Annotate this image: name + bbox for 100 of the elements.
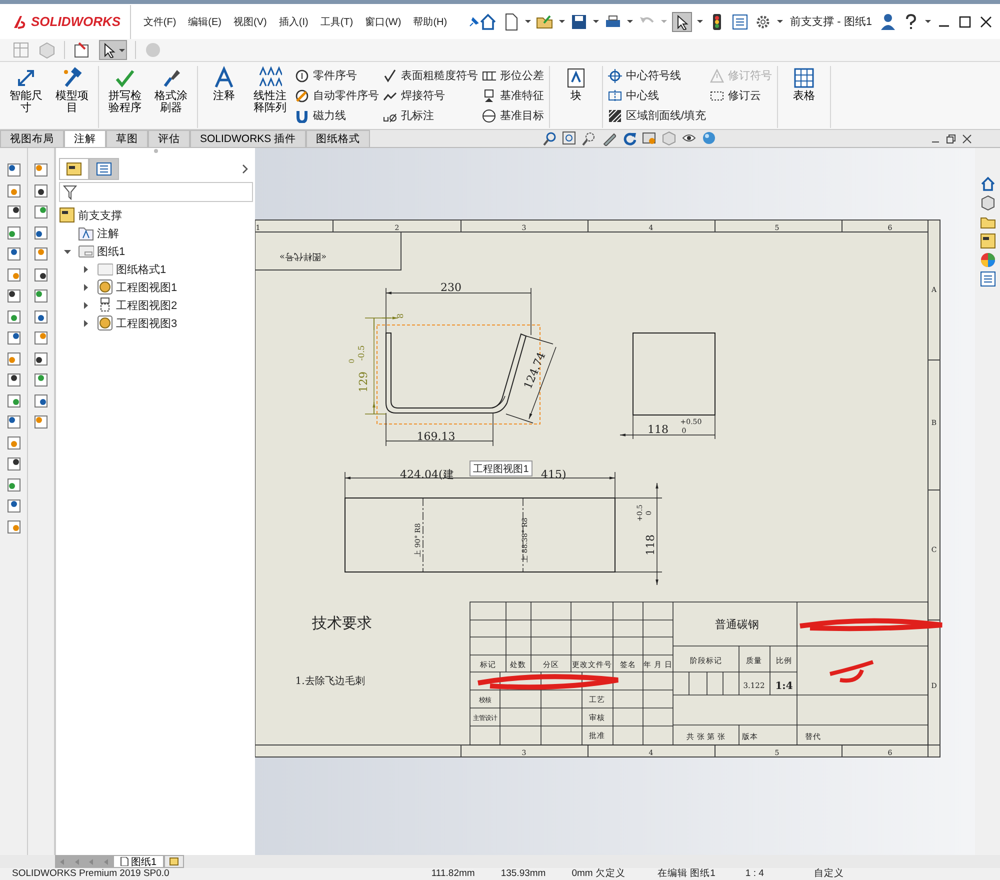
list-icon[interactable] xyxy=(980,271,996,287)
caret-icon[interactable] xyxy=(593,20,600,24)
expander-icon[interactable] xyxy=(82,282,90,292)
sphere-icon[interactable] xyxy=(702,131,716,146)
zoom-area-icon[interactable] xyxy=(582,131,596,146)
add-sheet-icon[interactable] xyxy=(168,857,179,866)
caret-icon[interactable] xyxy=(777,20,784,24)
caret-icon[interactable] xyxy=(525,20,532,24)
zoom-icon[interactable] xyxy=(542,131,556,146)
save-icon[interactable] xyxy=(570,12,588,31)
tree-item[interactable]: 图纸格式1 xyxy=(116,262,166,276)
caret-icon[interactable] xyxy=(697,20,704,24)
tool-icon[interactable] xyxy=(33,267,49,283)
tree-item[interactable]: 工程图视图1 xyxy=(116,280,178,294)
caret-icon[interactable] xyxy=(559,20,566,24)
tool-icon[interactable] xyxy=(6,246,22,262)
ribbon-button[interactable]: 表面粗糙度符号 xyxy=(383,68,478,84)
user-icon[interactable] xyxy=(879,12,897,31)
ribbon-button[interactable]: 自动零件序号 xyxy=(295,88,379,104)
tab[interactable]: 视图布局 xyxy=(0,130,64,147)
tool-icon[interactable] xyxy=(6,288,22,304)
menu-item[interactable]: 帮助(H) xyxy=(407,14,454,29)
ribbon-button[interactable]: 块 xyxy=(555,66,597,128)
menu-item[interactable]: 窗口(W) xyxy=(359,14,408,29)
panel-icon[interactable] xyxy=(980,233,996,249)
sheet-tab[interactable]: 图纸1 xyxy=(113,855,164,868)
tab[interactable]: SOLIDWORKS 插件 xyxy=(190,130,306,147)
ribbon-button[interactable]: 基准目标 xyxy=(482,108,544,124)
ribbon-button[interactable]: 中心符号线 xyxy=(608,68,706,84)
tool-icon[interactable] xyxy=(6,204,22,220)
display-style-icon[interactable] xyxy=(642,131,656,146)
caret-icon[interactable] xyxy=(925,20,931,24)
ribbon-button[interactable]: 焊接符号 xyxy=(383,88,478,104)
tree-item[interactable]: 前支支撑 xyxy=(78,208,122,222)
tree-item[interactable]: 工程图视图3 xyxy=(116,316,178,330)
ribbon-button[interactable]: 格式涂刷器 xyxy=(150,66,192,128)
ribbon-button[interactable]: 修订云 xyxy=(710,88,772,104)
tool-icon[interactable] xyxy=(6,456,22,472)
tree-item[interactable]: 图纸1 xyxy=(97,244,126,258)
maximize-icon[interactable] xyxy=(957,14,973,30)
ribbon-button[interactable]: 智能尺寸 xyxy=(5,66,47,128)
menu-item[interactable]: 视图(V) xyxy=(228,14,273,29)
caret-icon[interactable] xyxy=(119,48,125,52)
folder-icon[interactable] xyxy=(536,12,554,31)
ribbon-button[interactable]: 形位公差 xyxy=(482,68,544,84)
tab[interactable]: 评估 xyxy=(148,130,190,147)
chevron-right-icon[interactable] xyxy=(241,164,249,174)
property-list-icon[interactable] xyxy=(96,162,112,176)
tab[interactable]: 草图 xyxy=(106,130,148,147)
select-tool-button[interactable] xyxy=(672,12,692,32)
tool-icon[interactable] xyxy=(33,183,49,199)
tool-icon[interactable] xyxy=(33,351,49,367)
export-icon[interactable] xyxy=(73,41,91,60)
feature-tree-icon[interactable] xyxy=(66,162,82,176)
home-icon[interactable] xyxy=(479,12,498,31)
list-icon[interactable] xyxy=(731,12,750,31)
tool-icon[interactable] xyxy=(6,162,22,178)
select-tool-button[interactable] xyxy=(99,40,127,60)
expander-icon[interactable] xyxy=(82,318,90,328)
ribbon-button[interactable]: 零件序号 xyxy=(295,68,379,84)
restore-icon[interactable] xyxy=(946,134,956,144)
ribbon-button[interactable]: 线性注释阵列 xyxy=(249,66,291,128)
tool-icon[interactable] xyxy=(33,225,49,241)
home-icon[interactable] xyxy=(980,176,996,192)
cube-icon[interactable] xyxy=(980,195,996,211)
tool-icon[interactable] xyxy=(33,393,49,409)
menu-item[interactable]: 编辑(E) xyxy=(182,14,228,29)
zoom-box-icon[interactable] xyxy=(562,131,576,146)
ribbon-button[interactable]: 基准特征 xyxy=(482,88,544,104)
tool-icon[interactable] xyxy=(6,498,22,514)
pencil-icon[interactable] xyxy=(602,131,616,146)
close-icon[interactable] xyxy=(978,14,994,30)
tab[interactable]: 注解 xyxy=(64,130,106,147)
expander-icon[interactable] xyxy=(82,264,90,274)
ribbon-button[interactable]: 表格 xyxy=(783,66,826,128)
tool-icon[interactable] xyxy=(6,330,22,346)
rotate-icon[interactable] xyxy=(622,131,636,146)
tree-item[interactable]: 注解 xyxy=(97,226,119,240)
ribbon-button[interactable]: 拼写检验程序 xyxy=(104,66,146,128)
ribbon-button[interactable]: 注释 xyxy=(203,66,245,128)
ribbon-button[interactable]: 孔标注 xyxy=(383,108,478,124)
filter-field[interactable] xyxy=(59,182,253,202)
ribbon-button[interactable]: 区域剖面线/填充 xyxy=(608,108,706,124)
grip-icon[interactable] xyxy=(152,148,158,154)
ribbon-button[interactable]: 磁力线 xyxy=(295,108,379,124)
tool-icon[interactable] xyxy=(33,309,49,325)
color-wheel-icon[interactable] xyxy=(980,252,996,268)
tool-icon[interactable] xyxy=(6,372,22,388)
expander-icon[interactable] xyxy=(82,300,90,310)
pin-icon[interactable] xyxy=(467,16,480,28)
tool-icon[interactable] xyxy=(6,414,22,430)
ribbon-button[interactable]: 中心线 xyxy=(608,88,706,104)
tree-item[interactable]: 工程图视图2 xyxy=(116,298,178,312)
menu-item[interactable]: 文件(F) xyxy=(137,14,182,29)
close-icon[interactable] xyxy=(962,134,972,144)
ribbon-button[interactable]: 模型项目 xyxy=(51,66,93,128)
menu-item[interactable]: 工具(T) xyxy=(314,14,360,29)
tab[interactable]: 图纸格式 xyxy=(306,130,370,147)
menu-item[interactable]: 插入(I) xyxy=(272,14,314,29)
caret-icon[interactable] xyxy=(627,20,634,24)
